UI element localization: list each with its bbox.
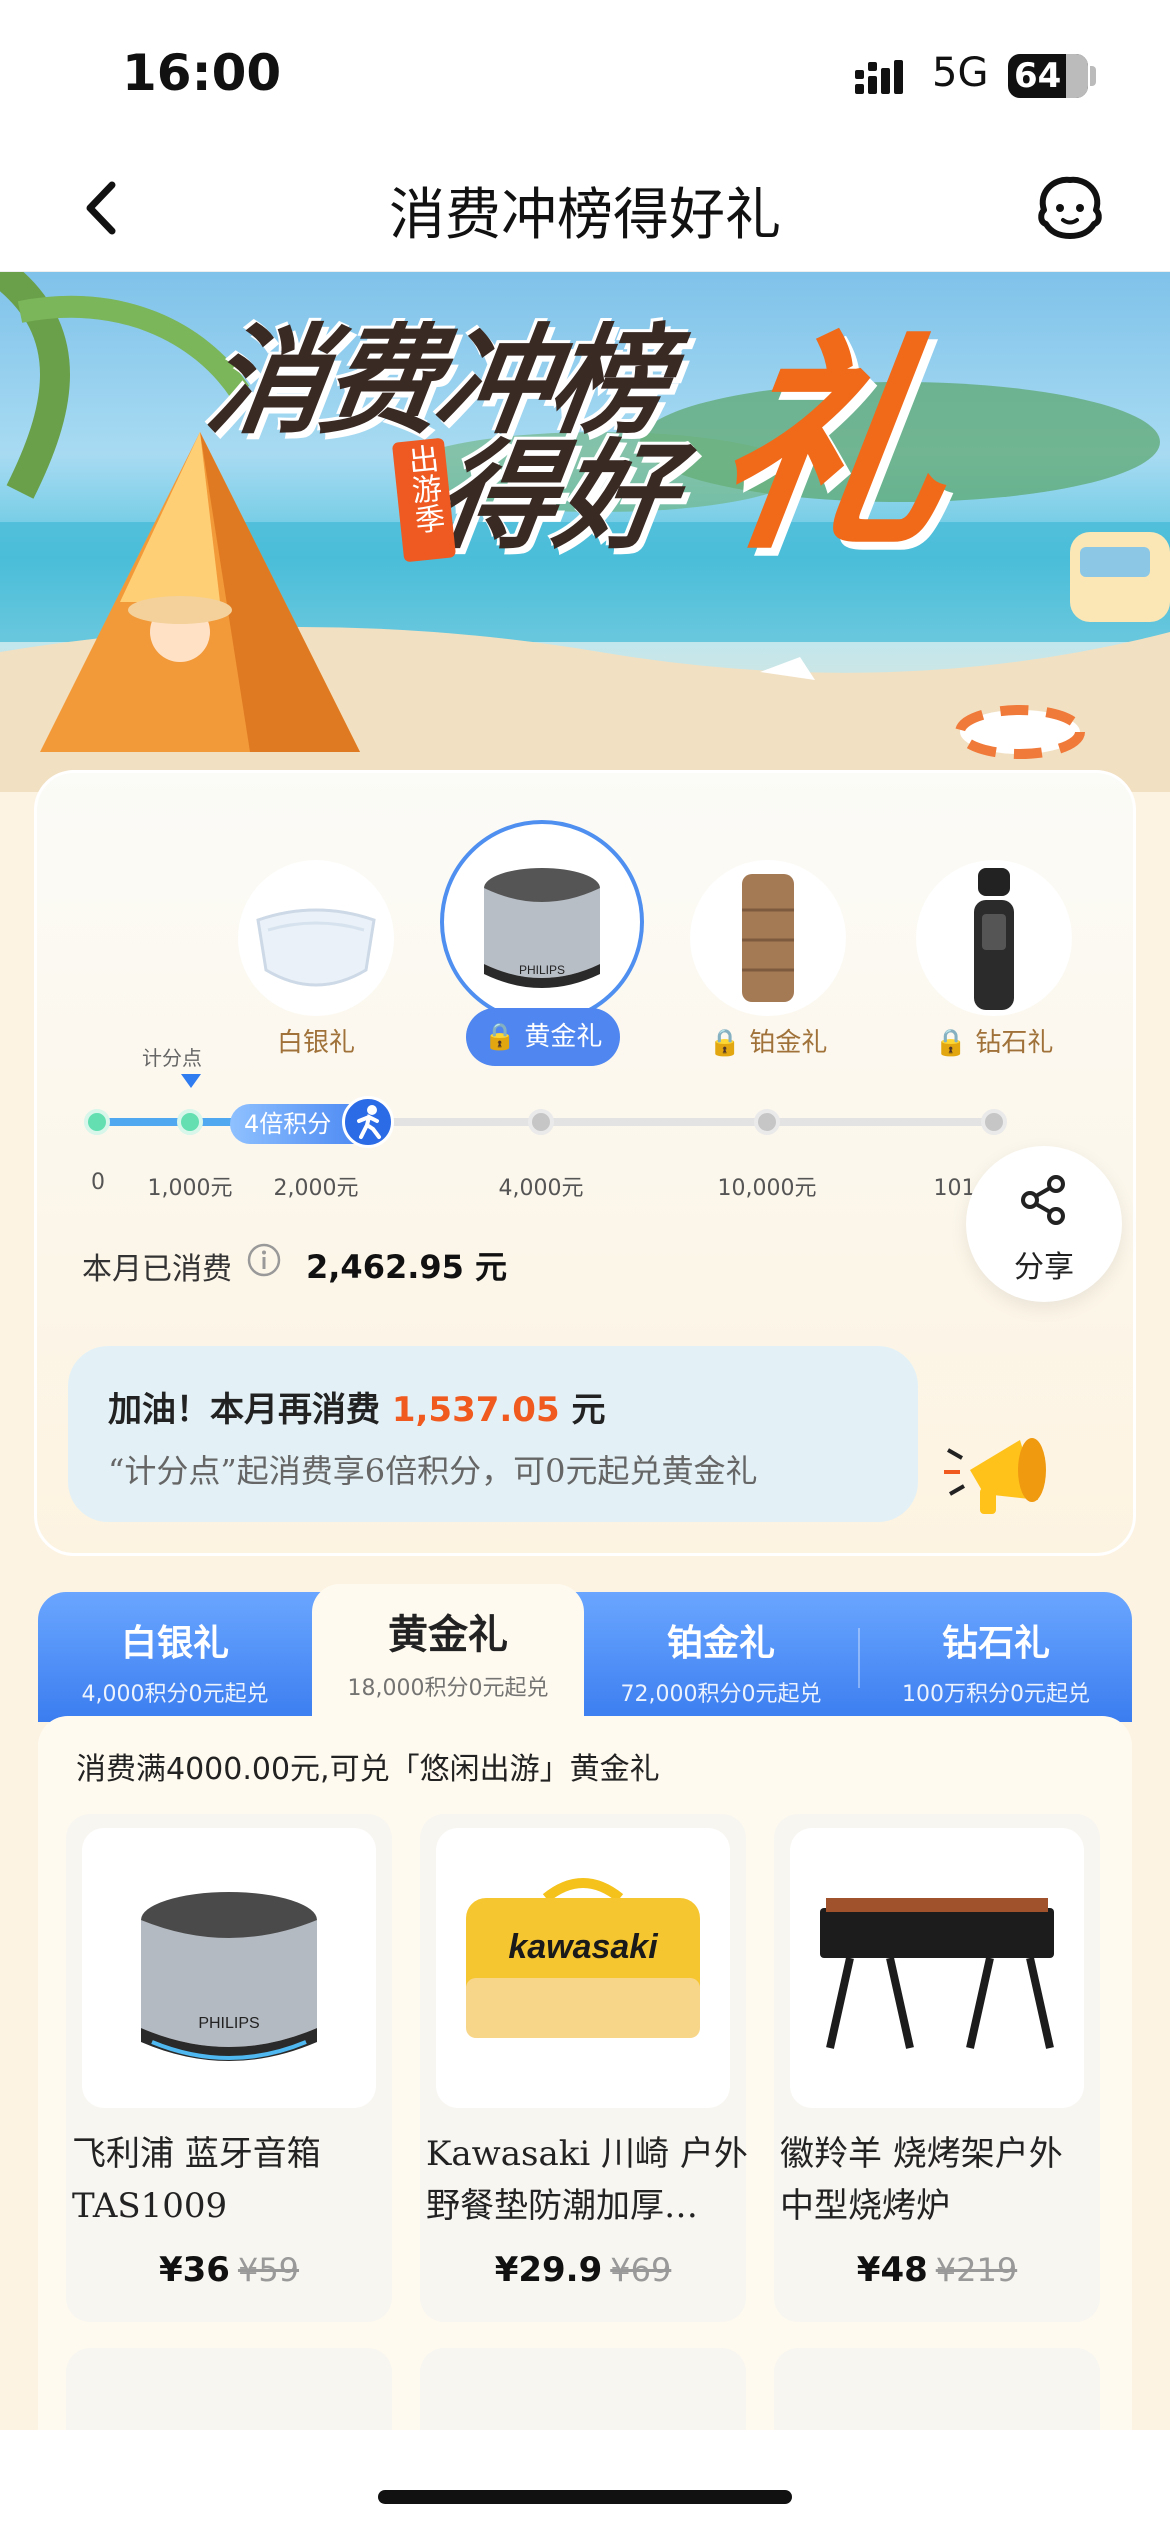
home-indicator[interactable] <box>378 2490 792 2504</box>
tab-platinum[interactable]: 铂金礼 72,000积分0元起兑 <box>584 1592 858 1722</box>
lock-icon: 🔒 <box>483 1022 517 1052</box>
product-name-line2: TAS1009 <box>72 2186 228 2226</box>
tip-suffix: 元 <box>559 1390 606 1430</box>
product-price-now: ¥29.9 <box>494 2250 603 2290</box>
tick-label: 10,000元 <box>717 1176 817 1201</box>
score-point-marker <box>181 1074 201 1088</box>
tip-amount: 1,537.05 <box>391 1390 560 1430</box>
product-image[interactable]: PHILIPS <box>82 1828 376 2108</box>
tip-line2: “计分点”起消费享6倍积分，可0元起兑黄金礼 <box>108 1452 758 1490</box>
bottom-safe-area <box>0 2430 1170 2532</box>
face-mask-icon <box>256 908 376 987</box>
tab-platinum-name: 铂金礼 <box>666 1623 775 1664</box>
tab-silver-sub: 4,000积分0元起兑 <box>81 1682 269 1707</box>
tip-prefix: 加油！本月再消费 <box>108 1390 392 1430</box>
page-title: 消费冲榜得好礼 <box>389 183 781 248</box>
score-point-label: 计分点 <box>142 1046 202 1070</box>
gimbal-camera-icon <box>974 868 1014 1010</box>
tab-diamond[interactable]: 钻石礼 100万积分0元起兑 <box>860 1592 1132 1722</box>
product-name[interactable]: 飞利浦 蓝牙音箱 TAS1009 <box>72 2128 402 2232</box>
product-price-now: ¥48 <box>856 2250 928 2290</box>
tip-bubble <box>68 1346 918 1522</box>
picnic-mat-icon: kawasaki <box>466 1878 700 2038</box>
progress-dot-4000 <box>528 1109 554 1135</box>
megaphone-icon <box>944 1438 1046 1514</box>
bbq-grill-icon <box>820 1898 1054 2049</box>
signal-icon <box>855 60 903 94</box>
battery-level: 64 <box>1014 56 1062 96</box>
product-name-line1: 徽羚羊 烧烤架户外 <box>780 2134 1063 2174</box>
status-time: 16:00 <box>122 44 282 102</box>
spent-label: 本月已消费 <box>82 1252 232 1287</box>
share-label[interactable]: 分享 <box>966 1242 1122 1286</box>
spent-value: 2,462.95 元 <box>306 1248 508 1286</box>
sleeping-bag-icon <box>742 874 794 1002</box>
info-icon[interactable] <box>246 1242 282 1278</box>
product-name-line2: 野餐垫防潮加厚… <box>426 2186 698 2226</box>
product-price: ¥29.9 ¥69 <box>420 2250 746 2290</box>
svg-text:PHILIPS: PHILIPS <box>519 963 565 977</box>
product-image[interactable]: kawasaki <box>436 1828 730 2108</box>
gift-gold-label-pill[interactable]: 🔒 黄金礼 <box>466 1008 620 1066</box>
panel-description: 消费满4000.00元,可兑「悠闲出游」黄金礼 <box>76 1752 660 1787</box>
product-name-line1: Kawasaki 川崎 户外 <box>426 2134 748 2174</box>
hero-title-big: 礼 <box>698 314 966 581</box>
gift-gold-image[interactable]: PHILIPS <box>440 820 644 1024</box>
gift-platinum-image[interactable] <box>690 860 846 1016</box>
gift-silver-image[interactable] <box>238 860 394 1016</box>
hero-title-line2: 得好 <box>428 427 685 565</box>
gift-gold-label: 黄金礼 <box>524 1022 603 1052</box>
gift-platinum-text: 铂金礼 <box>749 1028 828 1058</box>
progress-dot-10000 <box>754 1109 780 1135</box>
product-image[interactable] <box>790 1828 1084 2108</box>
product-price-orig: ¥219 <box>935 2251 1018 2289</box>
runner-icon <box>342 1096 394 1148</box>
tick-label: 1,000元 <box>147 1176 233 1201</box>
product-price-orig: ¥59 <box>237 2251 300 2289</box>
tab-silver[interactable]: 白银礼 4,000积分0元起兑 <box>38 1592 312 1722</box>
product-name[interactable]: 徽羚羊 烧烤架户外 中型烧烤炉 <box>780 2128 1110 2232</box>
customer-service-icon[interactable] <box>1030 172 1110 242</box>
lock-icon: 🔒 <box>934 1028 968 1058</box>
speaker-product-icon: PHILIPS <box>141 1892 317 2061</box>
gift-platinum-label: 🔒 铂金礼 <box>690 1022 846 1059</box>
tab-silver-name: 白银礼 <box>120 1623 229 1664</box>
progress-dot-0 <box>84 1109 110 1135</box>
gift-diamond-label: 🔒 钻石礼 <box>916 1022 1072 1059</box>
product-name[interactable]: Kawasaki 川崎 户外 野餐垫防潮加厚… <box>426 2128 756 2232</box>
product-name-line2: 中型烧烤炉 <box>780 2186 950 2226</box>
tab-diamond-sub: 100万积分0元起兑 <box>902 1682 1090 1707</box>
product-price: ¥36 ¥59 <box>66 2250 392 2290</box>
product-brand-text: kawasaki <box>508 1928 659 1966</box>
tab-gold-name: 黄金礼 <box>388 1612 508 1658</box>
tab-gold-sub: 18,000积分0元起兑 <box>347 1676 549 1701</box>
progress-dot-1000 <box>177 1109 203 1135</box>
product-price: ¥48 ¥219 <box>774 2250 1100 2290</box>
gift-silver-label: 白银礼 <box>276 1028 355 1058</box>
tip-line1: 加油！本月再消费 1,537.05 元 <box>108 1382 605 1431</box>
battery-icon: 64 <box>1008 54 1088 98</box>
product-brand-text: PHILIPS <box>198 2015 259 2032</box>
speaker-icon: PHILIPS <box>484 868 600 988</box>
season-tag-text: 出游季 <box>401 442 446 536</box>
battery-nub <box>1090 66 1096 86</box>
product-price-now: ¥36 <box>158 2250 230 2290</box>
gift-diamond-image[interactable] <box>916 860 1072 1016</box>
network-type: 5G <box>932 50 989 96</box>
tick-label: 4,000元 <box>498 1176 584 1201</box>
gift-diamond-text: 钻石礼 <box>975 1028 1054 1058</box>
lock-icon: 🔒 <box>708 1028 742 1058</box>
progress-dot-101000 <box>981 1109 1007 1135</box>
tab-diamond-name: 钻石礼 <box>941 1623 1050 1664</box>
tab-gold[interactable]: 黄金礼 18,000积分0元起兑 <box>312 1584 584 1734</box>
share-icon <box>1021 1175 1065 1225</box>
tab-platinum-sub: 72,000积分0元起兑 <box>620 1682 822 1707</box>
product-price-orig: ¥69 <box>610 2251 672 2289</box>
tick-label: 2,000元 <box>273 1176 359 1201</box>
product-name-line1: 飞利浦 蓝牙音箱 <box>72 2134 321 2174</box>
